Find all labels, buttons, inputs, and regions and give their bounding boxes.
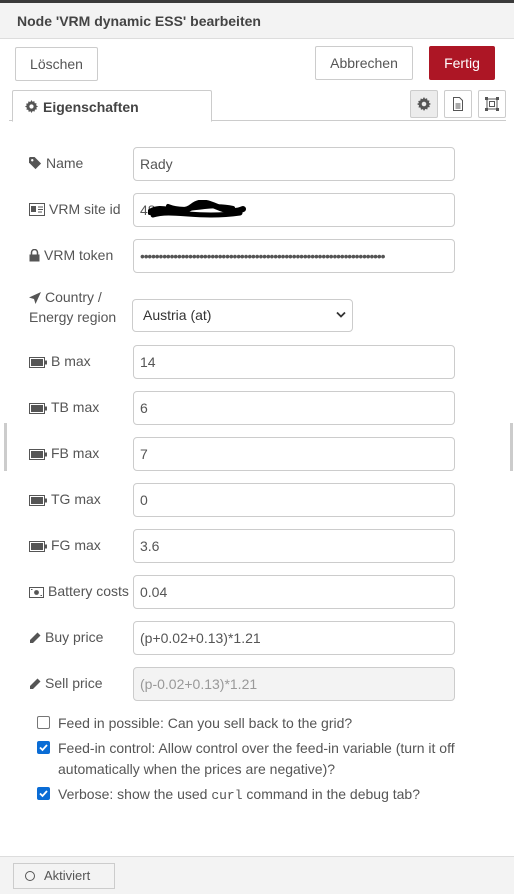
tab-properties-label: Eigenschaften <box>43 99 139 115</box>
tg-max-label: TG max <box>29 491 101 507</box>
delete-button[interactable]: Löschen <box>15 47 98 81</box>
tray-header: Node 'VRM dynamic ESS' bearbeiten <box>0 3 514 39</box>
fb-max-input[interactable]: 7 <box>133 437 455 471</box>
name-label: Name <box>29 155 83 171</box>
tray-footer: Aktiviert <box>0 856 514 894</box>
battery-icon <box>29 495 47 506</box>
token-input[interactable]: ••••••••••••••••••••••••••••••••••••••••… <box>133 239 455 273</box>
check-icon <box>39 744 48 752</box>
tg-max-input[interactable]: 0 <box>133 483 455 517</box>
token-label: VRM token <box>29 247 113 263</box>
circle-icon <box>25 871 35 881</box>
pencil-icon <box>30 632 41 643</box>
appearance-tab-button[interactable] <box>478 90 506 118</box>
b-max-input[interactable]: 14 <box>133 345 455 379</box>
location-arrow-icon <box>29 292 41 304</box>
sell-price-input[interactable]: (p-0.02+0.13)*1.21 <box>133 667 455 701</box>
fb-max-label: FB max <box>29 445 99 461</box>
feed-in-control-checkbox[interactable] <box>37 741 50 754</box>
tag-icon <box>29 157 42 170</box>
id-card-icon <box>29 203 45 216</box>
cancel-button[interactable]: Abbrechen <box>315 46 413 80</box>
battery-icon <box>29 449 47 460</box>
pencil-icon <box>30 678 41 689</box>
resize-handle-left[interactable] <box>4 423 7 471</box>
b-max-label: B max <box>29 353 91 369</box>
tab-bar: Eigenschaften <box>9 88 506 122</box>
file-icon <box>453 97 463 111</box>
country-select[interactable]: Austria (at) <box>132 299 353 332</box>
gear-icon <box>417 97 431 111</box>
battery-icon <box>29 403 47 414</box>
battery-icon <box>29 541 47 552</box>
feed-in-possible-label: Feed in possible: Can you sell back to t… <box>58 715 353 731</box>
site-id-input[interactable]: 48 <box>133 193 455 227</box>
tab-properties[interactable]: Eigenschaften <box>12 90 212 122</box>
lock-icon <box>29 248 40 262</box>
name-input[interactable]: Rady <box>133 147 455 181</box>
money-bill-icon <box>29 587 44 598</box>
feed-in-control-label: Feed-in control: Allow control over the … <box>58 740 455 777</box>
battery-costs-label: Battery costs <box>29 583 129 599</box>
fg-max-label: FG max <box>29 537 101 553</box>
site-id-label: VRM site id <box>29 201 121 217</box>
settings-tab-button[interactable] <box>410 90 438 118</box>
sell-price-label: Sell price <box>29 675 103 691</box>
feed-in-possible-checkbox[interactable] <box>37 716 50 729</box>
tray-title: Node 'VRM dynamic ESS' bearbeiten <box>17 13 261 29</box>
buy-price-input[interactable]: (p+0.02+0.13)*1.21 <box>133 621 455 655</box>
gear-icon <box>25 100 38 116</box>
description-tab-button[interactable] <box>444 90 472 118</box>
enabled-toggle[interactable]: Aktiviert <box>13 863 115 889</box>
battery-icon <box>29 357 47 368</box>
verbose-checkbox[interactable] <box>37 787 50 800</box>
chevron-down-icon <box>336 311 346 318</box>
check-icon <box>39 790 48 798</box>
verbose-label: Verbose: show the used curl command in t… <box>58 786 421 803</box>
resize-handle-right[interactable] <box>510 423 513 471</box>
fg-max-input[interactable]: 3.6 <box>133 529 455 563</box>
redaction-scribble <box>148 200 246 218</box>
battery-costs-input[interactable]: 0.04 <box>133 575 455 609</box>
buy-price-label: Buy price <box>29 629 103 645</box>
tb-max-input[interactable]: 6 <box>133 391 455 425</box>
tb-max-label: TB max <box>29 399 99 415</box>
done-button[interactable]: Fertig <box>429 46 495 80</box>
country-label: Country / Energy region <box>29 289 117 325</box>
object-group-icon <box>485 97 499 111</box>
